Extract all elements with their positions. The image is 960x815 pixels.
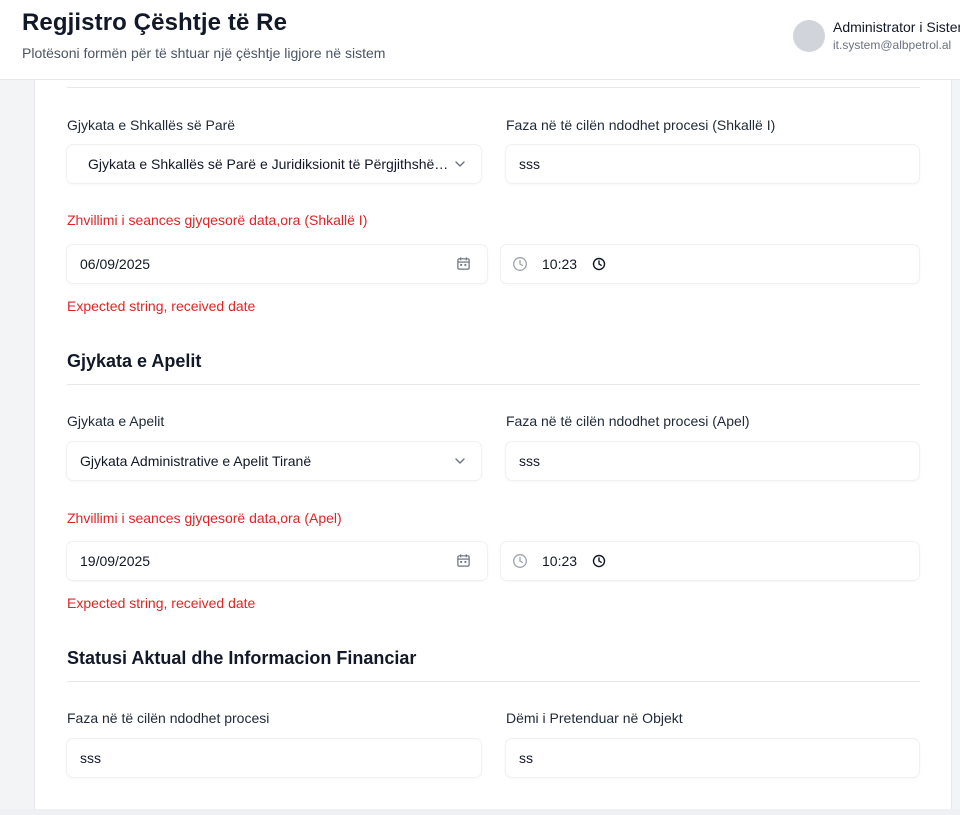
status-phase-label: Faza në të cilën ndodhet procesi — [67, 710, 270, 726]
page-subtitle: Plotësoni formën për të shtuar një çësht… — [22, 45, 386, 61]
status-phase-input[interactable]: sss — [67, 739, 481, 777]
status-section-title: Statusi Aktual dhe Informacion Financiar — [67, 648, 417, 668]
page-header: Regjistro Çështje të Re Plotësoni formën… — [0, 0, 960, 80]
appeal-phase-input[interactable]: sss — [506, 442, 919, 480]
section-divider — [67, 87, 920, 88]
clock-icon — [513, 257, 527, 271]
appeal-date-value: 19/09/2025 — [80, 553, 151, 569]
first-instance-date-value: 06/09/2025 — [80, 256, 151, 272]
first-instance-phase-value: sss — [519, 156, 540, 172]
section-divider — [67, 384, 920, 385]
appeal-date-input[interactable]: 19/09/2025 — [67, 542, 487, 580]
appeal-time-value: 10:23 — [542, 553, 578, 569]
first-instance-court-select[interactable]: Gjykata e Shkallës së Parë e Juridiksion… — [67, 145, 481, 183]
chevron-down-icon — [455, 161, 465, 167]
appeal-time-input[interactable]: 10:23 — [501, 542, 919, 580]
status-phase-value: sss — [80, 750, 101, 766]
avatar[interactable] — [793, 20, 825, 52]
first-instance-date-error: Expected string, received date — [67, 298, 256, 314]
calendar-icon[interactable] — [456, 256, 471, 271]
first-instance-phase-label: Faza në të cilën ndodhet procesi (Shkall… — [506, 117, 776, 133]
chevron-down-icon — [455, 458, 465, 464]
appeal-phase-label: Faza në të cilën ndodhet procesi (Apel) — [506, 413, 750, 429]
appeal-date-error: Expected string, received date — [67, 595, 256, 611]
appeal-court-select[interactable]: Gjykata Administrative e Apelit Tiranë — [67, 442, 481, 480]
page-title: Regjistro Çështje të Re — [22, 9, 288, 36]
user-email: it.system@albpetrol.al — [833, 38, 952, 52]
clock-picker-icon[interactable] — [592, 554, 606, 568]
user-menu[interactable]: Administrator i Sistemit it.system@albpe… — [793, 18, 960, 58]
first-instance-court-value: Gjykata e Shkallës së Parë e Juridiksion… — [88, 156, 458, 172]
first-instance-time-value: 10:23 — [542, 256, 578, 272]
calendar-icon[interactable] — [456, 553, 471, 568]
clock-icon — [513, 554, 527, 568]
appeal-hearing-label: Zhvillimi i seances gjyqesorë data,ora (… — [67, 510, 342, 526]
first-instance-phase-input[interactable]: sss — [506, 145, 919, 183]
appeal-court-label: Gjykata e Apelit — [67, 413, 165, 429]
scroll-edge — [0, 809, 960, 815]
clock-picker-icon[interactable] — [592, 257, 606, 271]
appeal-section-title: Gjykata e Apelit — [67, 351, 202, 371]
claimed-damage-input[interactable]: ss — [506, 739, 919, 777]
first-instance-court-label: Gjykata e Shkallës së Parë — [67, 117, 236, 133]
first-instance-time-input[interactable]: 10:23 — [501, 245, 919, 283]
claimed-damage-label: Dëmi i Pretenduar në Objekt — [506, 710, 683, 726]
first-instance-hearing-label: Zhvillimi i seances gjyqesorë data,ora (… — [67, 212, 368, 228]
appeal-phase-value: sss — [519, 453, 540, 469]
user-name: Administrator i Sistemit — [833, 19, 960, 35]
appeal-court-value: Gjykata Administrative e Apelit Tiranë — [80, 453, 312, 469]
first-instance-date-input[interactable]: 06/09/2025 — [67, 245, 487, 283]
claimed-damage-value: ss — [519, 750, 533, 766]
section-divider — [67, 681, 920, 682]
